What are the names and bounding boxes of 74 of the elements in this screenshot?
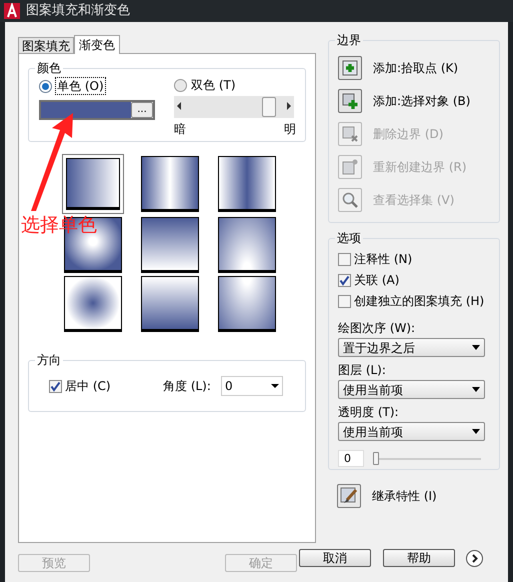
- tab[interactable]: 渐变色: [74, 35, 120, 54]
- gradient-swatch[interactable]: [141, 217, 199, 273]
- gradient-swatch[interactable]: [62, 154, 124, 214]
- dropdown-value: 使用当前项: [343, 424, 403, 440]
- shade-slider[interactable]: [174, 96, 294, 118]
- dropdown-arrow-icon: [472, 345, 480, 350]
- square-icon: [341, 158, 359, 176]
- cross-icon: [341, 125, 359, 143]
- brush-icon: [340, 487, 358, 505]
- left-arrow-icon[interactable]: [177, 102, 181, 110]
- boundary-button[interactable]: [338, 89, 362, 113]
- dropdown-value: 使用当前项: [343, 382, 403, 398]
- app-logo-icon: [4, 3, 20, 19]
- dropdown-value: 置于边界之后: [343, 340, 415, 356]
- slider-thumb[interactable]: [262, 97, 276, 117]
- chevron-right-icon: [470, 554, 479, 562]
- dropdown[interactable]: 置于边界之后: [338, 338, 485, 357]
- gradient-swatch[interactable]: [64, 276, 122, 332]
- group-title: 方向: [35, 352, 63, 368]
- group-title: 颜色: [35, 60, 63, 76]
- group-title: 边界: [335, 32, 363, 48]
- inherit-button[interactable]: [337, 484, 361, 508]
- slider-thumb[interactable]: [373, 452, 379, 464]
- transparency-slider[interactable]: [373, 450, 481, 466]
- dropdown-label: 透明度 (T):: [338, 404, 400, 420]
- angle-label: 角度 (L):: [163, 378, 212, 395]
- checkbox-label: 注释性 (N): [354, 251, 412, 267]
- checkbox-label: 创建独立的图案填充 (H): [354, 293, 484, 309]
- dropdown-label: 绘图次序 (W):: [338, 320, 416, 336]
- dropdown-arrow-icon: [271, 384, 279, 388]
- boundary-label: 添加:选择对象 (B): [373, 93, 470, 110]
- group-title: 选项: [335, 230, 363, 246]
- radio-label: 双色 (T): [190, 77, 237, 93]
- radio-button[interactable]: [39, 80, 52, 92]
- gradient-swatch[interactable]: [218, 217, 276, 273]
- plus-icon: [341, 92, 359, 110]
- magnifier-icon: [341, 191, 359, 209]
- angle-dropdown[interactable]: 0: [221, 376, 283, 396]
- gradient-swatch[interactable]: [141, 156, 199, 212]
- gradient-swatch[interactable]: [141, 276, 199, 332]
- slider-max-label: 明: [284, 122, 297, 136]
- boundary-label: 添加:拾取点 (K): [373, 60, 458, 77]
- gradient-swatch[interactable]: [218, 276, 276, 332]
- boundary-button[interactable]: [338, 56, 362, 80]
- radio-button[interactable]: [174, 78, 187, 92]
- boundary-label: 删除边界 (D): [373, 126, 444, 143]
- dropdown-arrow-icon: [472, 429, 480, 434]
- checkbox[interactable]: [338, 252, 351, 266]
- checkbox-label: 居中 (C): [65, 378, 111, 394]
- color-swatch[interactable]: [41, 102, 131, 118]
- dropdown[interactable]: 使用当前项: [338, 380, 485, 399]
- slider-min-label: 暗: [174, 122, 186, 136]
- checkbox-label: 关联 (A): [354, 272, 400, 288]
- tab[interactable]: 图案填充: [18, 37, 74, 53]
- dialog-button[interactable]: 取消: [299, 549, 371, 567]
- checkbox[interactable]: [338, 294, 351, 308]
- boundary-label: 重新创建边界 (R): [373, 159, 467, 176]
- boundary-label: 查看选择集 (V): [373, 192, 454, 209]
- checkbox[interactable]: [49, 380, 62, 392]
- expand-button[interactable]: [466, 550, 483, 566]
- angle-value: 0: [225, 378, 233, 395]
- inherit-label: 继承特性 (I): [372, 488, 437, 505]
- dropdown-label: 图层 (L):: [338, 362, 387, 378]
- dialog-button[interactable]: 帮助: [383, 549, 455, 567]
- plus-icon: [341, 59, 359, 77]
- browse-button[interactable]: ...: [131, 102, 153, 118]
- checkbox[interactable]: [338, 274, 351, 286]
- gradient-swatch[interactable]: [218, 156, 276, 212]
- right-arrow-icon[interactable]: [287, 102, 291, 110]
- window-title: 图案填充和渐变色: [26, 2, 130, 20]
- dropdown-arrow-icon: [472, 387, 480, 392]
- transparency-field[interactable]: 0: [338, 450, 364, 467]
- dropdown[interactable]: 使用当前项: [338, 422, 485, 441]
- radio-label: 单色 (O): [55, 77, 106, 95]
